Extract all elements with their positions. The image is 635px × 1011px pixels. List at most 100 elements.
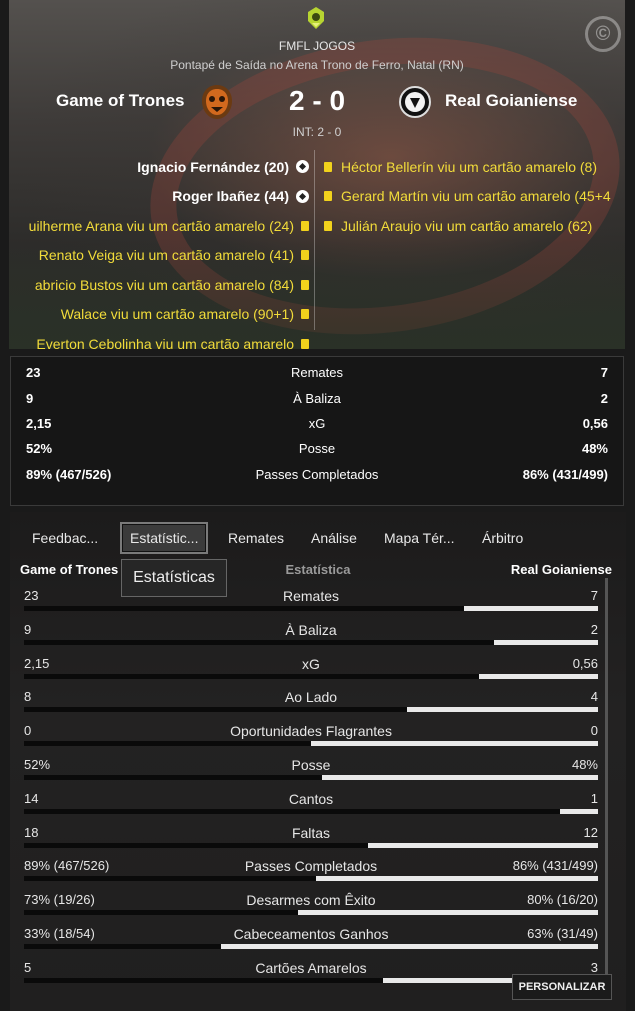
stat-away-fill — [494, 639, 598, 645]
stat-home-fill — [24, 977, 383, 983]
yellow-card-icon — [324, 191, 332, 202]
home-event-text[interactable]: Walace viu um cartão amarelo (90+1) — [61, 306, 294, 322]
home-event-text[interactable]: uilherme Arana viu um cartão amarelo (24… — [29, 218, 294, 234]
yellow-card-icon — [301, 250, 309, 261]
stat-away-value: 0 — [590, 723, 598, 739]
stat-row: 23 Remates 7 — [24, 582, 598, 616]
stat-row: 33% (18/54) Cabeceamentos Ganhos 63% (31/4… — [24, 920, 598, 954]
stat-label: Desarmes com Êxito — [246, 892, 376, 909]
events-divider — [314, 150, 315, 330]
customize-button[interactable]: PERSONALIZAR — [512, 974, 612, 1000]
stat-comparison-bar — [24, 944, 598, 949]
home-event-text[interactable]: Ignacio Fernández (20) — [137, 159, 289, 175]
stat-home-fill — [24, 639, 494, 645]
stat-away-fill — [464, 606, 598, 611]
away-event-row: Gerard Martín viu um cartão amarelo (45+… — [324, 182, 625, 212]
yellow-card-icon — [324, 220, 332, 231]
tab-shots[interactable]: Remates — [228, 524, 284, 552]
summary-away-value: 0,56 — [582, 416, 608, 431]
stat-away-fill — [298, 910, 598, 916]
summary-label: À Baliza — [293, 391, 341, 406]
stat-comparison-bar — [24, 606, 598, 611]
league-logo-icon — [308, 7, 324, 29]
home-event-row: uilherme Arana viu um cartão amarelo (24… — [9, 211, 309, 241]
stat-away-fill — [322, 775, 598, 780]
summary-label: xG — [308, 416, 326, 431]
stat-away-fill — [479, 673, 598, 679]
stat-away-value: 86% (431/499) — [512, 858, 598, 874]
tab-statistics[interactable]: Estatístic... — [120, 522, 209, 554]
column-away-team: Real Goianiense — [510, 562, 612, 577]
summary-away-value: 2 — [600, 391, 608, 406]
tab-analysis[interactable]: Análise — [311, 524, 357, 552]
stat-comparison-bar — [24, 707, 598, 713]
stat-row: 8 Ao Lado 4 — [24, 683, 598, 717]
stat-away-value: 80% (16/20) — [527, 892, 598, 908]
stat-away-fill — [368, 842, 598, 848]
goal-ball-icon — [296, 189, 309, 203]
away-team-crest-icon[interactable] — [399, 86, 431, 118]
summary-row: xG 2,15 0,56 — [11, 413, 623, 435]
yellow-card-icon — [324, 161, 332, 172]
stat-away-value: 1 — [590, 790, 598, 806]
stat-row: 0 Oportunidades Flagrantes 0 — [24, 717, 598, 751]
summary-home-value: 2,15 — [26, 416, 52, 431]
away-event-text[interactable]: Héctor Bellerín viu um cartão amarelo (8… — [341, 159, 597, 175]
home-event-text[interactable]: Everton Cebolinha viu um cartão amarelo — [36, 336, 294, 349]
stat-comparison-bar — [24, 639, 598, 645]
stat-comparison-bar — [24, 673, 598, 679]
tab-tooltip: Estatísticas — [121, 559, 227, 597]
tab-referee[interactable]: Árbitro — [482, 524, 523, 552]
summary-home-value: 23 — [26, 365, 41, 380]
match-summary-box: Remates 23 7 À Baliza 9 2 xG 2,15 0,56 Posse 52% 48… — [10, 356, 624, 506]
home-event-text[interactable]: Renato Veiga viu um cartão amarelo (41) — [39, 247, 294, 263]
stat-label: Oportunidades Flagrantes — [230, 723, 392, 740]
stat-comparison-bar — [24, 910, 598, 916]
stat-home-fill — [24, 944, 221, 949]
stat-away-fill — [316, 876, 598, 882]
stats-scrollbar[interactable] — [605, 578, 608, 978]
stat-away-value: 12 — [583, 824, 598, 840]
home-event-text[interactable]: Roger Ibañez (44) — [172, 188, 289, 204]
summary-label: Posse — [298, 441, 336, 456]
summary-row: À Baliza 9 2 — [11, 388, 623, 410]
stat-row: 14 Cantos 1 — [24, 785, 598, 819]
stat-row: 2,15 xG 0,56 — [24, 650, 598, 684]
stats-panel: Feedbac... Estatístic... Remates Análise… — [10, 512, 626, 1011]
stat-home-fill — [24, 606, 464, 611]
home-events-list: Ignacio Fernández (20) Roger Ibañez (44) u… — [9, 152, 309, 349]
summary-home-value: 9 — [26, 391, 34, 406]
stat-away-fill — [560, 808, 598, 814]
home-event-text[interactable]: abricio Bustos viu um cartão amarelo (84… — [35, 277, 294, 293]
summary-home-value: 89% (467/526) — [26, 467, 112, 482]
tab-bar: Feedbac... Estatístic... Remates Análise… — [10, 520, 626, 556]
away-events-list: Héctor Bellerín viu um cartão amarelo (8… — [324, 152, 625, 241]
stat-label: Cabeceamentos Ganhos — [233, 926, 389, 942]
tab-feedback[interactable]: Feedbac... — [32, 524, 98, 552]
stat-label: Posse — [291, 757, 331, 773]
stat-label: Faltas — [291, 824, 331, 841]
stat-comparison-bar — [24, 876, 598, 882]
away-event-text[interactable]: Julián Araujo viu um cartão amarelo (62) — [341, 218, 592, 234]
venue-info: Pontapé de Saída no Arena Trono de Ferro… — [170, 58, 464, 72]
stat-comparison-bar — [24, 775, 598, 780]
away-event-text[interactable]: Gerard Martín viu um cartão amarelo (45+… — [341, 188, 611, 204]
home-event-row: Roger Ibañez (44) — [9, 182, 309, 212]
stat-away-fill — [311, 741, 598, 747]
stat-row: 52% Posse 48% — [24, 751, 598, 785]
stat-home-fill — [24, 707, 407, 713]
summary-away-value: 48% — [581, 441, 608, 456]
summary-home-value: 52% — [26, 441, 53, 456]
summary-away-value: 86% (431/499) — [522, 467, 608, 482]
halftime-score: INT: 2 - 0 — [292, 125, 342, 139]
stat-label: Remates — [282, 588, 340, 604]
stat-away-value: 3 — [590, 959, 598, 975]
away-team-name[interactable]: Real Goianiense — [445, 91, 577, 111]
stat-home-fill — [24, 876, 316, 882]
competition-name: FMFL JOGOS — [278, 39, 356, 53]
stat-comparison-bar — [24, 842, 598, 848]
home-event-row: abricio Bustos viu um cartão amarelo (84… — [9, 270, 309, 300]
tab-heat-map[interactable]: Mapa Tér... — [384, 524, 455, 552]
stat-label: À Baliza — [285, 621, 337, 638]
yellow-card-icon — [301, 220, 309, 231]
